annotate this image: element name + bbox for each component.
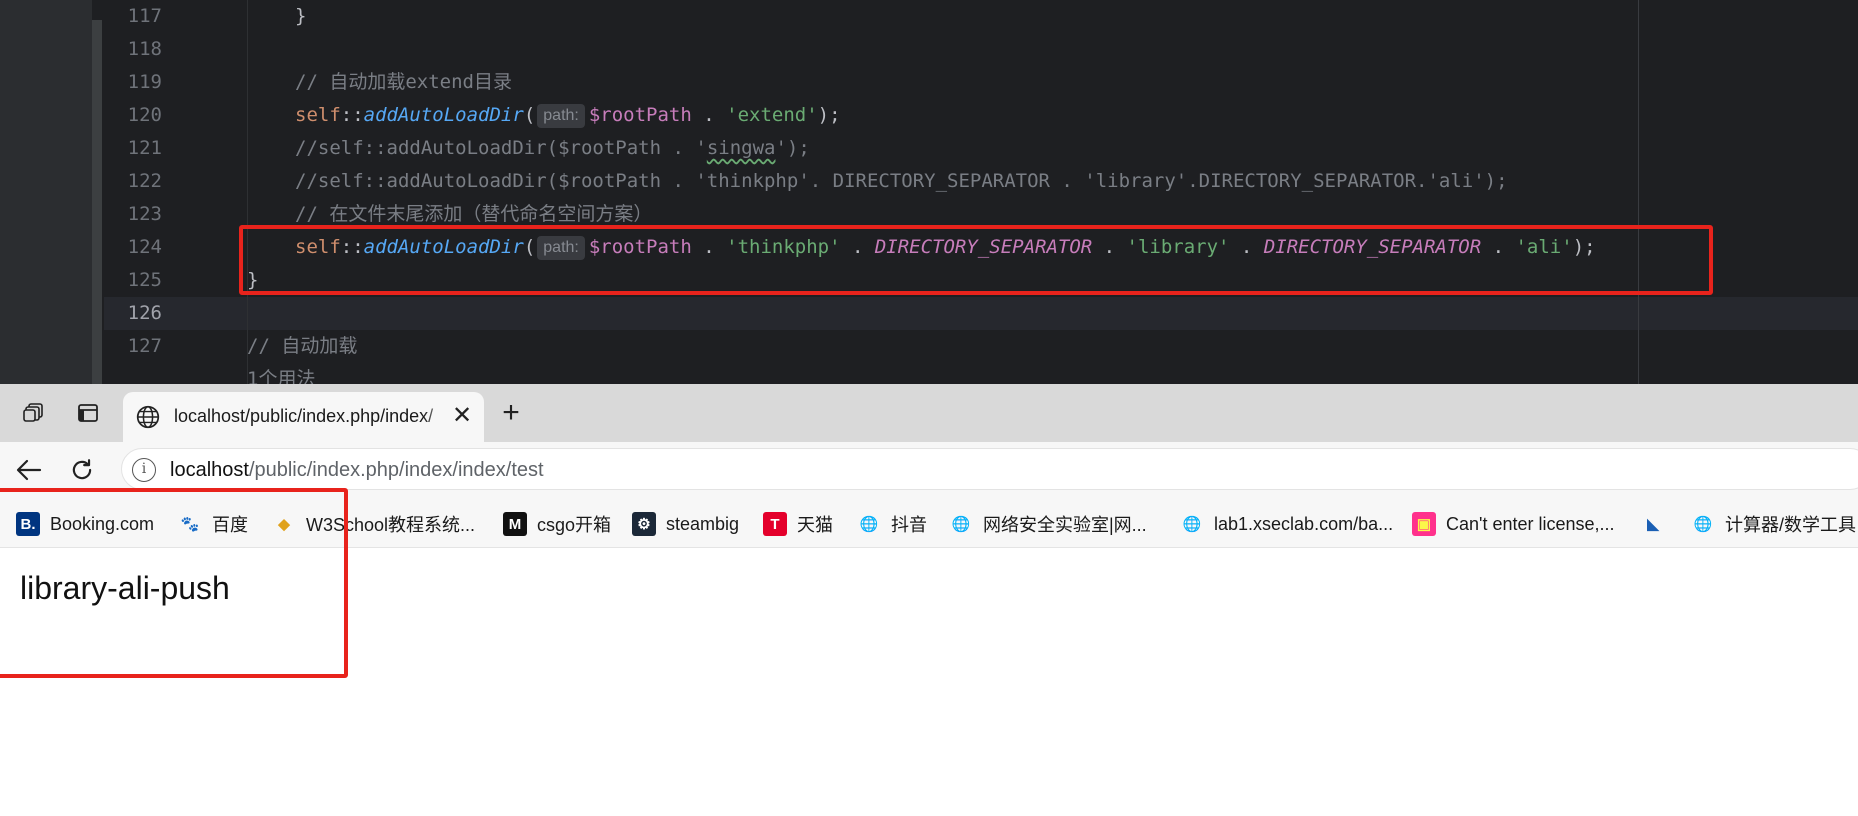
code-token: //self::addAutoLoadDir($rootPath . 'thin… [295, 170, 1508, 192]
bookmark-label: Can't enter license,... [1446, 513, 1615, 534]
code-line[interactable]: 127 // 自动加载 [104, 330, 1858, 363]
line-number[interactable]: 124 [104, 231, 162, 264]
code-text[interactable]: 1个用法 [247, 363, 315, 384]
url-host: localhost [170, 459, 249, 481]
refresh-icon[interactable] [64, 454, 100, 486]
code-text[interactable]: // 自动加载extend目录 [295, 66, 512, 99]
bookmark-label: csgo开箱 [537, 515, 612, 535]
vertical-tabs-icon[interactable] [70, 396, 106, 430]
bookmark-item[interactable]: 🌐 抖音 [857, 510, 927, 538]
code-line[interactable]: 126 [104, 297, 1858, 330]
parameter-hint: path: [537, 104, 585, 128]
bookmark-label: lab1.xseclab.com/ba... [1214, 513, 1394, 534]
steam-icon: ⚙ [632, 512, 656, 536]
workspaces-icon[interactable] [16, 396, 52, 430]
code-editor[interactable]: 117} 118 119// 自动加载extend目录 120 self::addAut… [0, 0, 1858, 384]
close-tab-icon[interactable]: ✕ [448, 402, 476, 430]
bookmark-item[interactable]: 🌐 网络安全实验室|网... [949, 510, 1147, 538]
code-token: :: [340, 104, 364, 126]
code-token: // 自动加载 [247, 335, 358, 357]
code-token: //self::addAutoLoadDir($rootPath . ' [295, 137, 707, 159]
bookmark-item[interactable]: Mcsgo开箱 [503, 510, 611, 538]
code-token: // 在文件末尾添加（替代命名空间方案） [295, 203, 653, 225]
bookmark-label: steambig [666, 513, 740, 534]
code-token: 'extend' [726, 104, 818, 126]
highlight-box-code [239, 225, 1713, 295]
tmall-icon: T [763, 512, 787, 536]
line-number[interactable]: 127 [104, 330, 162, 363]
back-icon[interactable] [11, 454, 47, 486]
globe-icon: 🌐 [951, 516, 971, 533]
line-number[interactable]: 120 [104, 99, 162, 132]
code-text[interactable]: self::addAutoLoadDir(path: $rootPath . 'e… [295, 99, 841, 132]
tab-title: localhost/public/index.php/index/ [174, 406, 434, 426]
code-token: $rootPath [588, 104, 692, 126]
editor-scrollbar[interactable] [92, 20, 102, 384]
line-number[interactable]: 122 [104, 165, 162, 198]
line-number[interactable]: 126 [104, 297, 162, 330]
line-number[interactable]: 117 [104, 0, 162, 33]
code-text[interactable]: //self::addAutoLoadDir($rootPath . 'thin… [295, 165, 1508, 198]
code-token: ); [817, 104, 841, 126]
code-token: '); [775, 137, 810, 159]
site-info-icon[interactable]: i [132, 458, 156, 482]
tab-bar: localhost/public/index.php/index/ ✕ + [0, 384, 1858, 442]
bookmark-item[interactable]: T 天猫 [763, 510, 833, 538]
bookmark-item[interactable]: 🌐 lab1.xseclab.com/ba... [1180, 510, 1393, 538]
globe-icon: 🌐 [859, 516, 879, 533]
code-token: // 自动加载extend目录 [295, 71, 512, 93]
tab-active[interactable]: localhost/public/index.php/index/ ✕ [123, 392, 484, 442]
line-number[interactable]: 119 [104, 66, 162, 99]
app-icon: ◣ [1647, 516, 1659, 533]
code-token: ( [523, 104, 536, 126]
globe-icon [135, 404, 161, 435]
bookmark-label: 天猫 [797, 515, 833, 535]
bookmark-item[interactable]: ⚙ steambig [632, 510, 739, 538]
line-number[interactable]: 123 [104, 198, 162, 231]
address-bar[interactable]: i localhost/public/index.php/index/index… [121, 448, 1858, 490]
bookmark-label: 抖音 [891, 515, 927, 535]
line-number[interactable]: 125 [104, 264, 162, 297]
url-text[interactable]: localhost/public/index.php/index/index/t… [170, 459, 544, 482]
code-line[interactable]: 122 //self::addAutoLoadDir($rootPath . 't… [104, 165, 1858, 198]
bookmark-item[interactable]: ▣ Can't enter license,... [1412, 510, 1615, 538]
globe-icon: 🌐 [1693, 516, 1713, 533]
bookmark-label: 计算器/数学工具 [1725, 515, 1857, 535]
code-token: } [295, 5, 307, 27]
new-tab-button[interactable]: + [492, 396, 530, 430]
code-token: 1个用法 [247, 368, 316, 384]
code-text[interactable]: } [295, 0, 306, 33]
code-token: self [295, 104, 341, 126]
code-line[interactable]: 120 self::addAutoLoadDir(path: $rootPath .… [104, 99, 1858, 132]
bookmark-item[interactable]: ◣ [1641, 510, 1675, 538]
code-text[interactable]: //self::addAutoLoadDir($rootPath . 'sing… [295, 132, 810, 165]
url-path: /public/index.php/index/index/test [248, 459, 544, 481]
code-text[interactable]: // 自动加载 [247, 330, 357, 363]
bookmark-item[interactable]: 🌐 计算器/数学工具 [1691, 510, 1856, 538]
csgo-icon: M [503, 512, 527, 536]
editor-side-panel [0, 0, 102, 384]
line-number[interactable]: 121 [104, 132, 162, 165]
code-line[interactable]: 121 //self::addAutoLoadDir($rootPath . 's… [104, 132, 1858, 165]
code-token: addAutoLoadDir [363, 104, 524, 126]
code-line[interactable]: 118 [104, 33, 1858, 66]
code-line[interactable]: 1个用法 [104, 363, 1858, 384]
code-token: . [691, 104, 727, 126]
code-token: singwa [706, 137, 776, 159]
code-line[interactable]: 119 // 自动加载extend目录 [104, 66, 1858, 99]
line-number[interactable]: 118 [104, 33, 162, 66]
jetbrains-icon: ▣ [1412, 512, 1436, 536]
code-line[interactable]: 117} [104, 0, 1858, 33]
highlight-box-page [0, 488, 348, 678]
bookmark-label: 网络安全实验室|网... [983, 515, 1147, 535]
globe-icon: 🌐 [1182, 516, 1202, 533]
